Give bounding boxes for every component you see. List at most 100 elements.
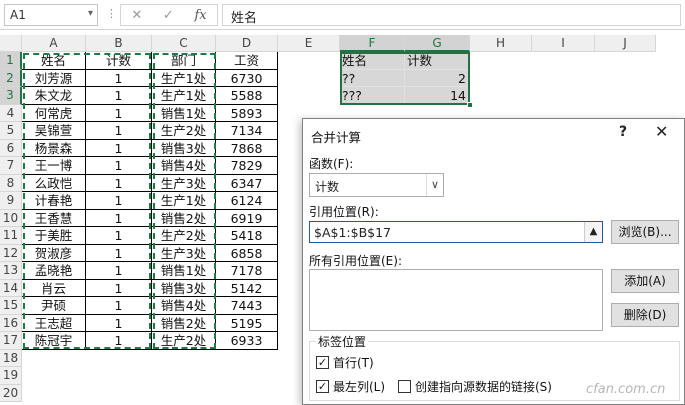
table-cell[interactable]: 1: [86, 157, 152, 175]
table-cell[interactable]: 销售3处: [152, 279, 216, 297]
table-cell[interactable]: 5195: [216, 314, 278, 332]
table-header-cell[interactable]: 姓名: [22, 52, 86, 70]
row-header-6[interactable]: 6: [0, 139, 22, 157]
table-cell[interactable]: 7178: [216, 262, 278, 280]
table-cell[interactable]: 1: [86, 174, 152, 192]
formula-input[interactable]: 姓名: [222, 4, 681, 26]
table-cell[interactable]: 生产1处: [152, 87, 216, 105]
table-cell[interactable]: 1: [86, 192, 152, 210]
more-options-icon[interactable]: ⋮: [106, 7, 117, 20]
table-cell[interactable]: 销售1处: [152, 104, 216, 122]
table-cell[interactable]: 生产1处: [152, 69, 216, 87]
table-cell[interactable]: 生产2处: [152, 227, 216, 245]
row-header-9[interactable]: 9: [0, 192, 22, 210]
table-header-cell[interactable]: 部门: [152, 52, 216, 70]
name-box[interactable]: A1 ▾: [4, 4, 98, 26]
table-cell[interactable]: 朱文龙: [22, 87, 86, 105]
table-cell[interactable]: 1: [86, 69, 152, 87]
table-cell[interactable]: 1: [86, 209, 152, 227]
result-cell[interactable]: 2: [405, 69, 470, 87]
column-header-d[interactable]: D: [216, 35, 278, 52]
result-header-cell[interactable]: 姓名: [340, 52, 405, 70]
table-cell[interactable]: 于美胜: [22, 227, 86, 245]
table-cell[interactable]: 销售3处: [152, 139, 216, 157]
table-cell[interactable]: 王香慧: [22, 209, 86, 227]
table-cell[interactable]: 刘芳源: [22, 69, 86, 87]
cancel-icon[interactable]: ✕: [131, 8, 142, 23]
table-cell[interactable]: 7868: [216, 139, 278, 157]
table-cell[interactable]: 1: [86, 332, 152, 350]
help-icon[interactable]: ?: [619, 124, 627, 140]
table-header-cell[interactable]: 计数: [86, 52, 152, 70]
table-cell[interactable]: 销售2处: [152, 209, 216, 227]
column-header-g[interactable]: G: [405, 35, 470, 52]
table-cell[interactable]: 销售2处: [152, 314, 216, 332]
row-header-2[interactable]: 2: [0, 69, 22, 87]
add-button[interactable]: 添加(A): [611, 269, 679, 293]
row-header-3[interactable]: 3: [0, 87, 22, 105]
table-cell[interactable]: 销售1处: [152, 262, 216, 280]
table-cell[interactable]: 孟晓艳: [22, 262, 86, 280]
column-header-j[interactable]: J: [595, 35, 656, 52]
table-cell[interactable]: 生产3处: [152, 244, 216, 262]
table-cell[interactable]: 5588: [216, 87, 278, 105]
table-cell[interactable]: 5418: [216, 227, 278, 245]
fill-handle[interactable]: [467, 101, 473, 108]
row-header-12[interactable]: 12: [0, 244, 22, 262]
table-cell[interactable]: 6730: [216, 69, 278, 87]
column-header-c[interactable]: C: [152, 35, 216, 52]
table-cell[interactable]: 尹硕: [22, 297, 86, 315]
row-header-20[interactable]: 20: [0, 384, 22, 402]
table-cell[interactable]: 肖云: [22, 279, 86, 297]
chevron-down-icon[interactable]: ▾: [88, 8, 93, 19]
enter-icon[interactable]: ✓: [163, 8, 174, 23]
table-cell[interactable]: 销售4处: [152, 157, 216, 175]
table-cell[interactable]: 6933: [216, 332, 278, 350]
column-header-a[interactable]: A: [22, 35, 86, 52]
table-cell[interactable]: 生产2处: [152, 332, 216, 350]
table-cell[interactable]: 1: [86, 122, 152, 140]
row-header-19[interactable]: 19: [0, 367, 22, 385]
row-header-1[interactable]: 1: [0, 52, 22, 70]
row-header-5[interactable]: 5: [0, 122, 22, 140]
row-header-7[interactable]: 7: [0, 157, 22, 175]
table-cell[interactable]: 5142: [216, 279, 278, 297]
table-cell[interactable]: 生产2处: [152, 122, 216, 140]
table-cell[interactable]: 6347: [216, 174, 278, 192]
table-cell[interactable]: 1: [86, 104, 152, 122]
reference-input[interactable]: $A$1:$B$17 ▲: [309, 221, 603, 243]
row-header-10[interactable]: 10: [0, 209, 22, 227]
collapse-dialog-icon[interactable]: ▲: [584, 222, 602, 242]
select-all-corner[interactable]: [0, 35, 22, 52]
row-header-17[interactable]: 17: [0, 332, 22, 350]
table-cell[interactable]: 1: [86, 297, 152, 315]
chevron-down-icon[interactable]: ∨: [426, 174, 443, 196]
insert-function-icon[interactable]: fx: [194, 8, 206, 23]
row-header-18[interactable]: 18: [0, 349, 22, 367]
table-cell[interactable]: 1: [86, 87, 152, 105]
table-cell[interactable]: 吴锦萱: [22, 122, 86, 140]
row-header-14[interactable]: 14: [0, 279, 22, 297]
all-references-list[interactable]: [309, 269, 603, 331]
table-cell[interactable]: 生产1处: [152, 192, 216, 210]
column-header-i[interactable]: I: [532, 35, 595, 52]
table-cell[interactable]: 6124: [216, 192, 278, 210]
result-cell[interactable]: 14: [405, 87, 470, 105]
table-cell[interactable]: 1: [86, 227, 152, 245]
browse-button[interactable]: 浏览(B)...: [611, 220, 679, 244]
table-cell[interactable]: 何常虎: [22, 104, 86, 122]
left-column-checkbox[interactable]: ✓ 最左列(L): [316, 378, 385, 395]
function-dropdown[interactable]: 计数 ∨: [309, 173, 444, 197]
delete-button[interactable]: 删除(D): [611, 303, 679, 327]
row-header-16[interactable]: 16: [0, 314, 22, 332]
top-row-checkbox[interactable]: ✓ 首行(T): [316, 354, 374, 371]
table-cell[interactable]: 王一博: [22, 157, 86, 175]
table-cell[interactable]: 王志超: [22, 314, 86, 332]
table-cell[interactable]: 1: [86, 314, 152, 332]
result-cell[interactable]: ??: [340, 69, 405, 87]
column-header-b[interactable]: B: [86, 35, 152, 52]
table-cell[interactable]: 7829: [216, 157, 278, 175]
table-cell[interactable]: 销售4处: [152, 297, 216, 315]
row-header-15[interactable]: 15: [0, 297, 22, 315]
table-cell[interactable]: 5893: [216, 104, 278, 122]
